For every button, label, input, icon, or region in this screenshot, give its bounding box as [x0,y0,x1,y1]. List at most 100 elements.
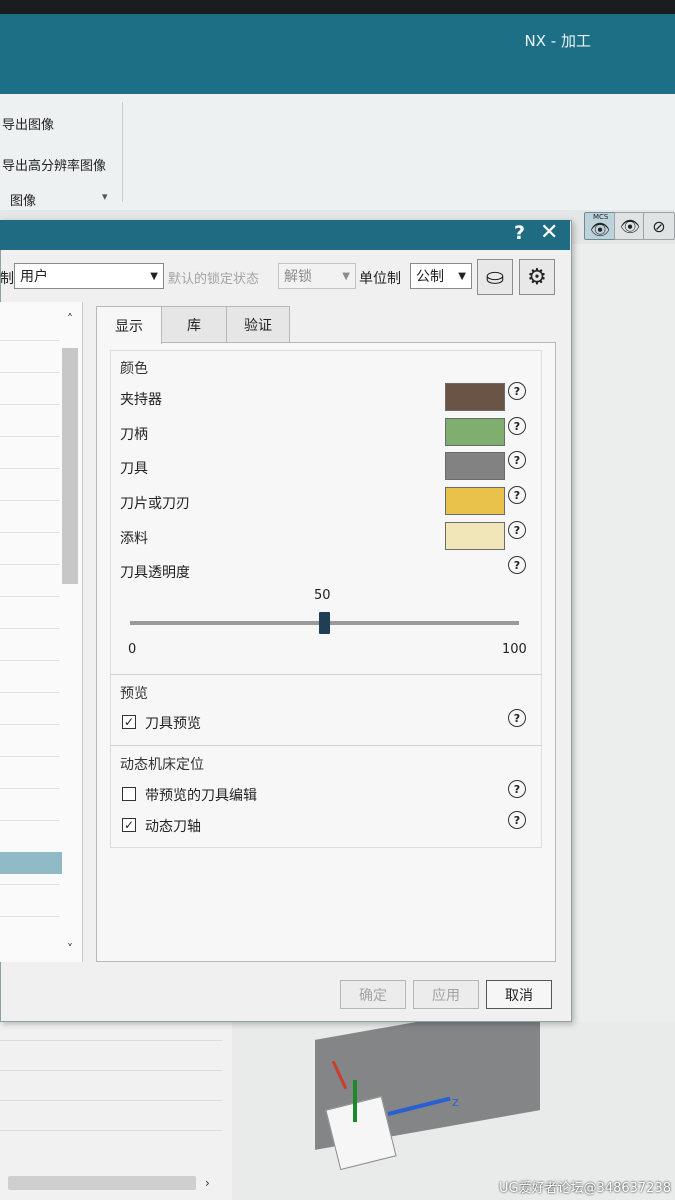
dynamic-axis-label: 动态刀轴 [145,819,201,835]
help-icon[interactable]: ? [508,451,526,469]
list-row [0,884,60,885]
navigator-row [0,1130,222,1131]
chevron-up-icon[interactable]: ˄ [62,312,78,326]
export-hires-image-button[interactable]: 导出高分辨率图像 [2,155,106,174]
insert-color-swatch[interactable] [445,487,505,515]
lock-state-select[interactable]: 解锁 ▼ [278,263,356,289]
list-row [0,340,60,341]
edit-with-preview-checkbox[interactable] [122,787,136,801]
addendum-color-swatch[interactable] [445,522,505,550]
ribbon-separator [122,102,123,202]
insert-color-label: 刀片或刀刃 [120,496,190,512]
list-scrollbar[interactable] [62,348,78,584]
help-icon[interactable]: ? [508,417,526,435]
lock-state-label: 默认的锁定状态 [168,272,260,287]
dynamic-section-title: 动态机床定位 [120,757,204,773]
list-row [0,724,60,725]
holder-color-label: 夹持器 [120,392,162,408]
holder-color-swatch[interactable] [445,383,505,411]
list-row [0,404,60,405]
list-row [0,628,60,629]
z-axis-arrow [353,1080,357,1122]
unit-select[interactable]: 公制 ▼ [410,263,472,289]
help-icon[interactable]: ? [508,382,526,400]
apply-button[interactable]: 应用 [413,980,479,1009]
preview-section-title: 预览 [120,686,148,702]
chevron-right-icon[interactable]: › [205,1176,210,1190]
hide-icon[interactable]: ⊘ [643,212,675,240]
tool-color-swatch[interactable] [445,452,505,480]
watermark: UG爱好者论坛@348637238 [498,1181,671,1196]
transparency-value: 50 [314,588,331,603]
list-row [0,532,60,533]
slider-max-label: 100 [502,642,527,657]
navigator-row [0,1040,222,1041]
tool-preview-label: 刀具预览 [145,716,201,732]
tool-color-label: 刀具 [120,461,148,477]
binoculars-icon[interactable]: ⛀ [477,259,513,295]
control-label: 制 [0,271,14,287]
app-title: NX - 加工 [524,32,591,50]
divider [110,745,542,746]
list-row [0,660,60,661]
list-row [0,564,60,565]
mcs-display-icon[interactable]: MCS 👁 [584,212,616,240]
chevron-down-icon: ▼ [458,270,466,282]
tab-display[interactable]: 显示 [96,306,162,344]
lock-state-value: 解锁 [284,269,312,285]
transparency-slider-thumb[interactable] [319,612,330,634]
chevron-down-icon: ▼ [342,270,350,282]
app-titlebar [0,14,675,94]
help-icon[interactable]: ? [508,556,526,574]
export-image-button[interactable]: 导出图像 [2,114,54,133]
cancel-button[interactable]: 取消 [486,980,552,1009]
list-row [0,692,60,693]
control-select[interactable]: 用户 ▼ [14,263,164,289]
list-row [0,788,60,789]
help-icon[interactable]: ? [508,811,526,829]
unit-select-value: 公制 [416,269,444,285]
list-row [0,436,60,437]
slider-min-label: 0 [128,642,137,657]
help-icon[interactable]: ? [508,486,526,504]
help-icon[interactable]: ? [508,780,526,798]
show-icon[interactable]: 👁 [614,212,646,240]
ribbon-group-image: 图像 [10,194,37,209]
list-row [0,596,60,597]
monitor-bezel [0,0,675,14]
edit-with-preview-label: 带预览的刀具编辑 [145,788,257,804]
tool-transparency-label: 刀具透明度 [120,565,190,581]
unit-label: 单位制 [359,271,401,287]
list-row [0,372,60,373]
ribbon-group-expand-icon[interactable]: ▾ [102,190,108,203]
shank-color-label: 刀柄 [120,427,148,443]
navigator-row [0,1100,222,1101]
navigator-scrollbar[interactable] [8,1176,196,1190]
list-row [0,820,60,821]
chevron-down-icon[interactable]: ˅ [62,942,78,956]
chevron-down-icon: ▼ [150,270,158,282]
tool-preview-checkbox[interactable]: ✓ [122,715,136,729]
ok-button[interactable]: 确定 [340,980,406,1009]
list-row [0,500,60,501]
list-row [0,756,60,757]
help-icon[interactable]: ? [508,709,526,727]
help-icon[interactable]: ? [514,222,525,244]
navigator-row [0,1070,222,1071]
axis-label-icon: Z [452,1098,459,1109]
list-row [0,468,60,469]
dialog-titlebar [0,220,570,250]
dynamic-axis-checkbox[interactable]: ✓ [122,818,136,832]
list-item-selected[interactable] [0,852,62,874]
help-icon[interactable]: ? [508,521,526,539]
addendum-color-label: 添料 [120,531,148,547]
tab-library[interactable]: 库 [161,306,227,342]
tab-verify[interactable]: 验证 [226,306,290,342]
control-select-value: 用户 [20,269,48,285]
gear-icon[interactable]: ⚙ [519,259,555,295]
shank-color-swatch[interactable] [445,418,505,446]
colors-section-title: 颜色 [120,361,148,377]
divider [110,674,542,675]
list-row [0,916,60,917]
close-icon[interactable]: ✕ [540,220,558,245]
